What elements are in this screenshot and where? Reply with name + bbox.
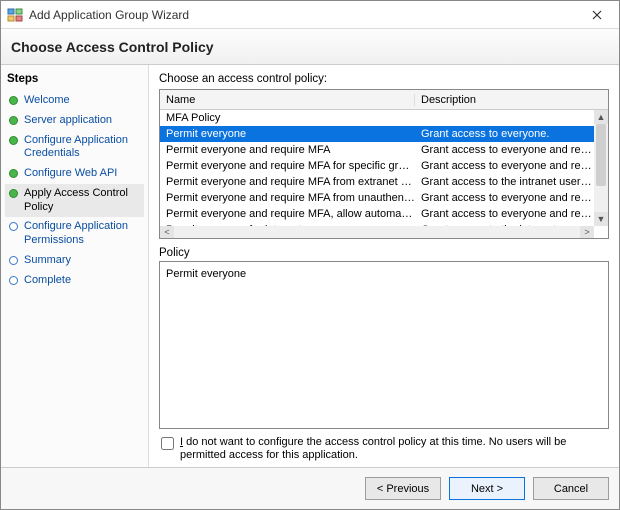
policy-row[interactable]: Permit everyone and require MFA from una… [160,190,594,206]
vertical-scrollbar[interactable]: ▲ ▼ [594,110,608,226]
close-button[interactable] [579,1,615,29]
policy-row-description: Grant access to everyone and require MFA… [415,160,594,172]
step-status-icon [9,256,18,265]
policy-row-description: Grant access to everyone. [415,128,594,140]
step-status-icon [9,169,18,178]
previous-button[interactable]: < Previous [365,477,441,500]
skip-policy-row: I do not want to configure the access co… [159,429,609,468]
scroll-thumb[interactable] [596,124,606,186]
policy-row-description: Grant access to everyone and require MFA… [415,208,594,220]
policy-row-name: Permit everyone and require MFA from una… [160,192,415,204]
scroll-up-icon[interactable]: ▲ [594,110,608,124]
policy-row[interactable]: Permit everyoneGrant access to everyone. [160,126,594,142]
step-status-icon [9,116,18,125]
policy-row-name: Permit everyone and require MFA, allow a… [160,208,415,220]
scroll-track-h[interactable] [174,226,580,238]
step-item[interactable]: Configure Web API [5,164,144,184]
step-label: Server application [24,114,112,128]
step-label: Configure Application Credentials [24,134,142,162]
step-item[interactable]: Configure Application Credentials [5,131,144,165]
step-item[interactable]: Server application [5,111,144,131]
policy-row-description: Grant access to everyone and require MFA… [415,192,594,204]
window-title: Add Application Group Wizard [29,8,579,22]
step-label: Configure Application Permissions [24,220,142,248]
step-item[interactable]: Complete [5,271,144,291]
step-status-icon [9,96,18,105]
policy-row[interactable]: Permit everyone and require MFA, allow a… [160,206,594,222]
step-label: Summary [24,254,71,268]
policy-preview: Permit everyone [159,261,609,429]
policy-preview-label: Policy [159,247,609,259]
page-header: Choose Access Control Policy [1,29,619,65]
skip-policy-checkbox[interactable] [161,437,174,450]
policy-row-name: MFA Policy [160,112,415,124]
policy-list-header: Name Description [160,90,608,110]
content-pane: Choose an access control policy: Name De… [149,65,619,467]
steps-heading: Steps [7,73,144,85]
scroll-track[interactable] [594,124,608,212]
wizard-footer: < Previous Next > Cancel [1,467,619,509]
next-button[interactable]: Next > [449,477,525,500]
policy-row-description: Grant access to the intranet users and r… [415,176,594,188]
titlebar: Add Application Group Wizard [1,1,619,29]
policy-row[interactable]: MFA Policy [160,110,594,126]
horizontal-scrollbar[interactable]: < > [160,226,594,238]
wizard-window: Add Application Group Wizard Choose Acce… [0,0,620,510]
policy-row[interactable]: Permit everyone and require MFA for spec… [160,158,594,174]
step-item[interactable]: Summary [5,251,144,271]
step-status-icon [9,276,18,285]
column-header-description[interactable]: Description [415,94,608,106]
step-item[interactable]: Configure Application Permissions [5,217,144,251]
step-label: Welcome [24,94,70,108]
policy-row-description: Grant access to everyone and require MFA… [415,144,594,156]
close-icon [592,10,602,20]
scroll-left-icon[interactable]: < [160,226,174,238]
column-header-name[interactable]: Name [160,94,415,106]
policy-row-name: Permit everyone and require MFA for spec… [160,160,415,172]
policy-row[interactable]: Permit everyone and require MFA from ext… [160,174,594,190]
choose-policy-label: Choose an access control policy: [159,73,609,85]
step-item[interactable]: Apply Access Control Policy [5,184,144,218]
policy-row-name: Permit everyone and require MFA [160,144,415,156]
step-item[interactable]: Welcome [5,91,144,111]
step-status-icon [9,136,18,145]
scroll-down-icon[interactable]: ▼ [594,212,608,226]
skip-policy-label[interactable]: I do not want to configure the access co… [180,436,607,464]
policy-preview-text: Permit everyone [166,268,246,280]
step-status-icon [9,222,18,231]
policy-list[interactable]: Name Description MFA Policy Permit everyo… [159,89,609,239]
cancel-button[interactable]: Cancel [533,477,609,500]
steps-pane: Steps Welcome Server application Configure… [1,65,149,467]
policy-row-name: Permit everyone and require MFA from ext… [160,176,415,188]
step-status-icon [9,189,18,198]
policy-row-name: Permit everyone [160,128,415,140]
step-label: Apply Access Control Policy [24,187,142,215]
page-title: Choose Access Control Policy [11,39,214,55]
app-group-icon [7,7,23,23]
step-label: Complete [24,274,71,288]
step-label: Configure Web API [24,167,117,181]
policy-row[interactable]: Permit everyone and require MFAGrant acc… [160,142,594,158]
scroll-right-icon[interactable]: > [580,226,594,238]
